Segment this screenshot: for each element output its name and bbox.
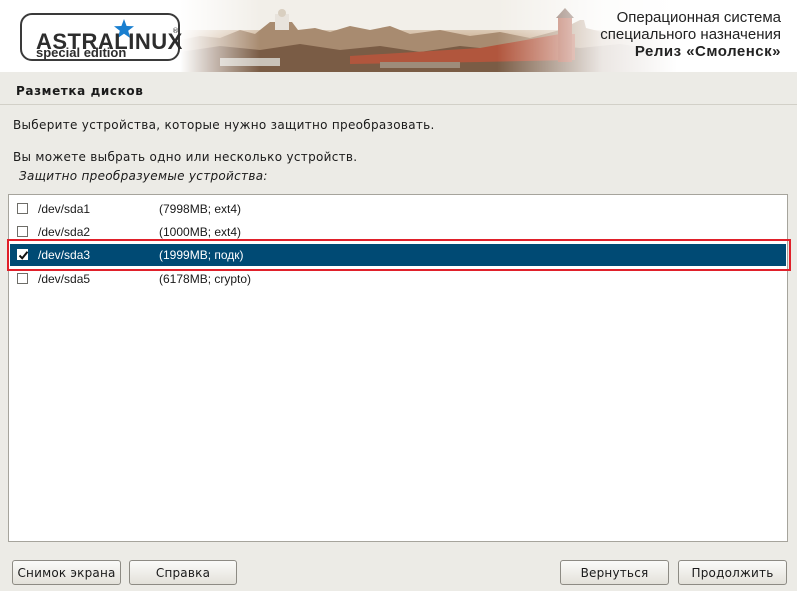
logo-subtitle: special edition [36, 45, 127, 60]
release-line-1: Операционная система [616, 9, 781, 26]
device-info: (1000MB; ext4) [159, 225, 242, 239]
banner-fade [180, 0, 260, 72]
device-checkbox[interactable] [17, 203, 28, 214]
release-line-2: специального назначения [600, 26, 781, 43]
instruction-text: Выберите устройства, которые нужно защит… [13, 118, 435, 132]
device-path: /dev/sda2 [38, 225, 91, 239]
release-name: Релиз «Смоленск» [634, 43, 781, 60]
device-path: /dev/sda5 [38, 272, 91, 286]
back-button[interactable]: Вернуться [560, 560, 669, 585]
continue-button[interactable]: Продолжить [678, 560, 787, 585]
title-divider [0, 104, 797, 105]
header-banner: ASTRALINUX ® special edition Операционна… [0, 0, 797, 72]
device-info: (6178MB; crypto) [159, 272, 252, 286]
device-row-sda1[interactable]: /dev/sda1 (7998MB; ext4) [10, 198, 786, 220]
device-checkbox[interactable] [17, 273, 28, 284]
device-info: (7998MB; ext4) [159, 202, 242, 216]
registered-mark: ® [172, 27, 179, 35]
device-row-sda5[interactable]: /dev/sda5 (6178MB; crypto) [10, 268, 786, 290]
screenshot-button[interactable]: Снимок экрана [12, 560, 121, 585]
device-path: /dev/sda1 [38, 202, 91, 216]
selection-highlight-frame [7, 239, 791, 271]
hint-text: Вы можете выбрать одно или несколько уст… [13, 150, 358, 164]
device-checkbox[interactable] [17, 226, 28, 237]
page-title: Разметка дисков [16, 84, 144, 98]
list-caption: Защитно преобразуемые устройства: [19, 169, 268, 183]
help-button[interactable]: Справка [129, 560, 237, 585]
